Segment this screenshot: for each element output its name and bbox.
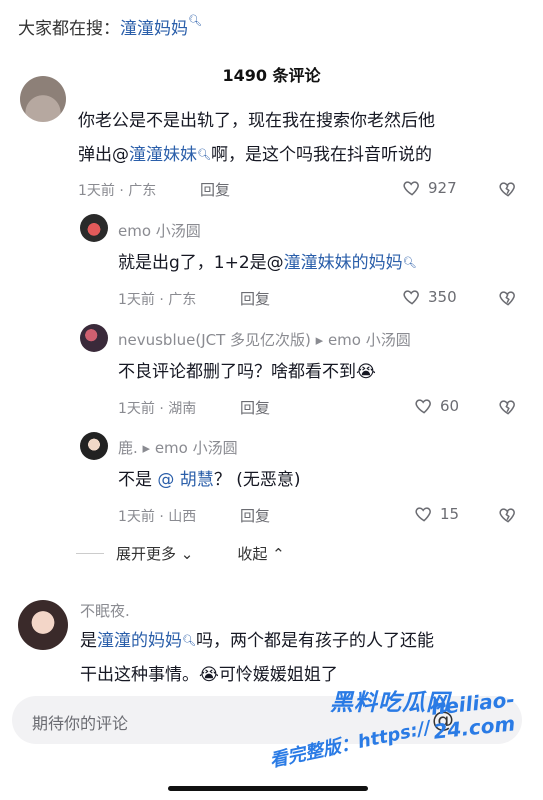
like-button[interactable]: 927 [402,178,457,198]
mention-link[interactable]: 潼潼妹妹 [129,145,197,165]
avatar[interactable] [20,76,66,122]
comment-input-placeholder: 期待你的评论 [32,714,129,733]
dislike-icon[interactable] [498,397,518,417]
reply-button[interactable]: 回复 [240,288,270,309]
comment-text-part: 就是出g了，1+2是@ [118,253,284,273]
comment-time-location: 1天前 · 广东 [118,292,197,308]
dislike-icon[interactable] [498,288,518,308]
comment-text-part: 不是 [118,470,158,490]
expand-collapse-row: 展开更多 ⌄ 收起 ⌃ [76,543,285,564]
expand-label: 展开更多 [116,545,177,563]
dislike-icon[interactable] [498,179,518,199]
comment-time-location: 1天前 · 湖南 [118,401,197,417]
search-icon: 🔍︎ [182,634,196,647]
heart-icon [403,181,419,196]
comment-time-location: 1天前 · 山西 [118,509,197,525]
comment-text-part: 啊，是这个吗我在抖音听说的 [210,145,432,165]
like-count: 60 [440,397,460,415]
comment-time-location: 1天前 · 广东 [78,183,157,199]
comment-text-part: 吗，两个都是有孩子的人了还能 [195,631,434,651]
like-button[interactable]: 350 [402,287,457,307]
username[interactable]: nevusblue(JCT 多见亿次版) ▸ emo 小汤圆 [118,329,411,350]
like-button[interactable]: 15 [414,504,459,524]
heart-icon [415,399,431,414]
search-icon: 🔍︎ [188,14,202,27]
avatar[interactable] [80,432,108,460]
avatar[interactable] [18,600,68,650]
comment-line-1: 你老公是不是出轨了，现在我在搜索你老然后他 [78,111,435,131]
search-hint[interactable]: 大家都在搜：潼潼妈妈🔍︎ [18,14,202,39]
username[interactable]: emo 小汤圆 [118,220,201,241]
collapse-label: 收起 [237,545,268,563]
like-count: 15 [440,505,460,523]
heart-icon [403,290,419,305]
search-hint-keyword[interactable]: 潼潼妈妈 [120,19,188,39]
heart-icon [415,507,431,522]
comment-text-part: 弹出@ [78,145,129,165]
reply-button[interactable]: 回复 [200,179,230,200]
mention-link[interactable]: 潼潼的妈妈 [97,631,182,651]
search-icon: 🔍︎ [402,256,417,269]
comment-count: 1490 条评论 [222,66,321,85]
comment-text: 是潼潼的妈妈🔍︎吗，两个都是有孩子的人了还能 干出这种事情。😭可怜媛媛姐姐了 [80,624,434,692]
like-count: 350 [428,288,457,306]
reply-button[interactable]: 回复 [240,397,270,418]
reply-button[interactable]: 回复 [240,505,270,526]
comment-text: 就是出g了，1+2是@潼潼妹妹的妈妈🔍︎ [118,246,417,280]
avatar[interactable] [80,324,108,352]
comment-text-part: 是 [80,631,97,651]
chevron-up-icon: ⌃ [272,545,285,563]
like-count: 927 [428,179,457,197]
comment-text: 不是 @ 胡慧？ (无恶意) [118,463,300,497]
home-indicator [168,786,368,791]
search-icon: 🔍︎ [197,148,211,161]
avatar[interactable] [80,214,108,242]
like-button[interactable]: 60 [414,396,459,416]
dislike-icon[interactable] [498,505,518,525]
search-hint-prefix: 大家都在搜： [18,19,120,39]
chevron-down-icon: ⌄ [180,545,194,563]
expand-more-button[interactable]: 展开更多 ⌄ [116,543,193,564]
divider [76,553,104,554]
username[interactable]: 不眠夜. [80,600,130,621]
comment-text: 不良评论都删了吗？啥都看不到😭 [118,362,376,382]
collapse-button[interactable]: 收起 ⌃ [237,543,284,564]
comment-text-part: ？ (无恶意) [213,470,301,490]
mention-link[interactable]: 潼潼妹妹的妈妈 [284,253,403,273]
username[interactable]: 鹿. ▸ emo 小汤圆 [118,437,238,458]
comment-line-2: 弹出@潼潼妹妹🔍︎啊，是这个吗我在抖音听说的 [78,138,435,172]
comment-text: 你老公是不是出轨了，现在我在搜索你老然后他 弹出@潼潼妹妹🔍︎啊，是这个吗我在抖… [78,104,435,172]
mention-link[interactable]: @ 胡慧 [157,470,213,490]
comment-line-1: 是潼潼的妈妈🔍︎吗，两个都是有孩子的人了还能 [80,624,434,658]
